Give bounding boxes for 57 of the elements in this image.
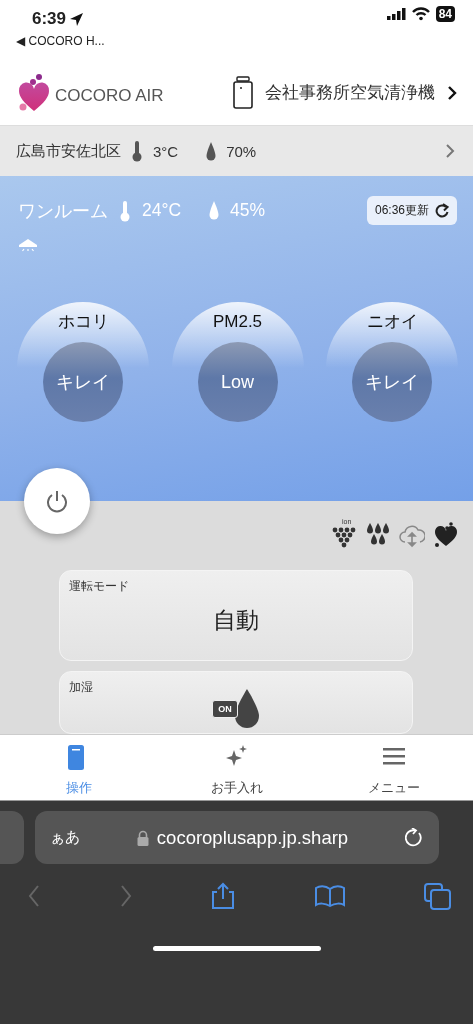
water-drop-icon: [233, 688, 260, 729]
lock-icon: [136, 829, 149, 846]
tabs-icon: [424, 882, 451, 910]
address-bar[interactable]: ぁあ cocoroplusapp.jp.sharp: [35, 811, 439, 864]
card-label: 加湿: [69, 679, 93, 696]
room-temperature: 24°C: [142, 200, 182, 221]
device-name: 会社事務所空気清浄機: [265, 81, 435, 103]
brand-name: COCORO AIR: [55, 85, 164, 106]
wifi-icon: [411, 7, 430, 21]
device-selector[interactable]: 会社事務所空気清浄機: [233, 76, 457, 109]
book-icon: [314, 884, 345, 908]
room-humidity: 45%: [230, 200, 266, 221]
heart-logo-icon: [434, 522, 458, 548]
heart-logo-icon: [18, 73, 50, 112]
thermometer-icon: [119, 199, 131, 222]
air-purifier-icon: [233, 76, 253, 109]
nav-tab[interactable]: お手入れ: [157, 735, 316, 800]
control-card[interactable]: 運転モード 自動: [59, 570, 413, 661]
reload-icon: [405, 827, 425, 848]
url-text: cocoroplusapp.jp.sharp: [156, 826, 349, 849]
clock-time: 6:39: [32, 9, 67, 29]
room-name: ワンルーム: [18, 199, 108, 223]
power-button[interactable]: [24, 468, 90, 534]
chevron-right-icon: [445, 143, 455, 159]
location-name: 広島市安佐北区: [16, 141, 121, 161]
nav-tab[interactable]: メニュー: [315, 735, 473, 800]
sensor-label: ニオイ: [366, 312, 418, 332]
signal-icon: [386, 8, 406, 20]
on-badge: ON: [212, 699, 238, 718]
thermometer-icon: [131, 140, 143, 162]
sensor-level-badge: Low: [197, 342, 278, 422]
mode-value: 自動: [213, 606, 259, 635]
forward-icon: [119, 885, 132, 907]
outdoor-weather-bar[interactable]: 広島市安佐北区 3°C 70%: [0, 126, 473, 176]
sensor-label: ホコリ: [57, 312, 109, 332]
sensor-label: PM2.5: [212, 312, 263, 332]
control-card[interactable]: 加湿 ON: [59, 671, 413, 734]
sensor-level-badge: キレイ: [43, 342, 123, 422]
humidity-drop-icon: [209, 200, 220, 221]
refresh-icon: [435, 203, 449, 218]
nav-tab[interactable]: 操作: [0, 735, 158, 800]
power-icon: [45, 489, 69, 513]
battery-level: 84: [435, 6, 455, 22]
cloud-sync-icon: [399, 524, 425, 548]
text-size-button[interactable]: ぁあ: [50, 828, 80, 847]
refresh-button[interactable]: 06:36更新: [366, 196, 457, 225]
card-label: 運転モード: [69, 578, 129, 595]
outdoor-temperature: 3°C: [153, 142, 179, 160]
location-arrow-icon: [69, 11, 85, 27]
outdoor-humidity: 70%: [226, 142, 257, 160]
share-icon: [211, 882, 235, 910]
ceiling-light-icon: [18, 237, 38, 252]
chevron-right-icon: [447, 84, 457, 101]
sensor-level-badge: キレイ: [352, 342, 432, 422]
back-icon: [28, 885, 40, 907]
humidity-drop-icon: [206, 140, 217, 162]
back-to-app-link[interactable]: ◀ COCORO H...: [16, 34, 105, 48]
